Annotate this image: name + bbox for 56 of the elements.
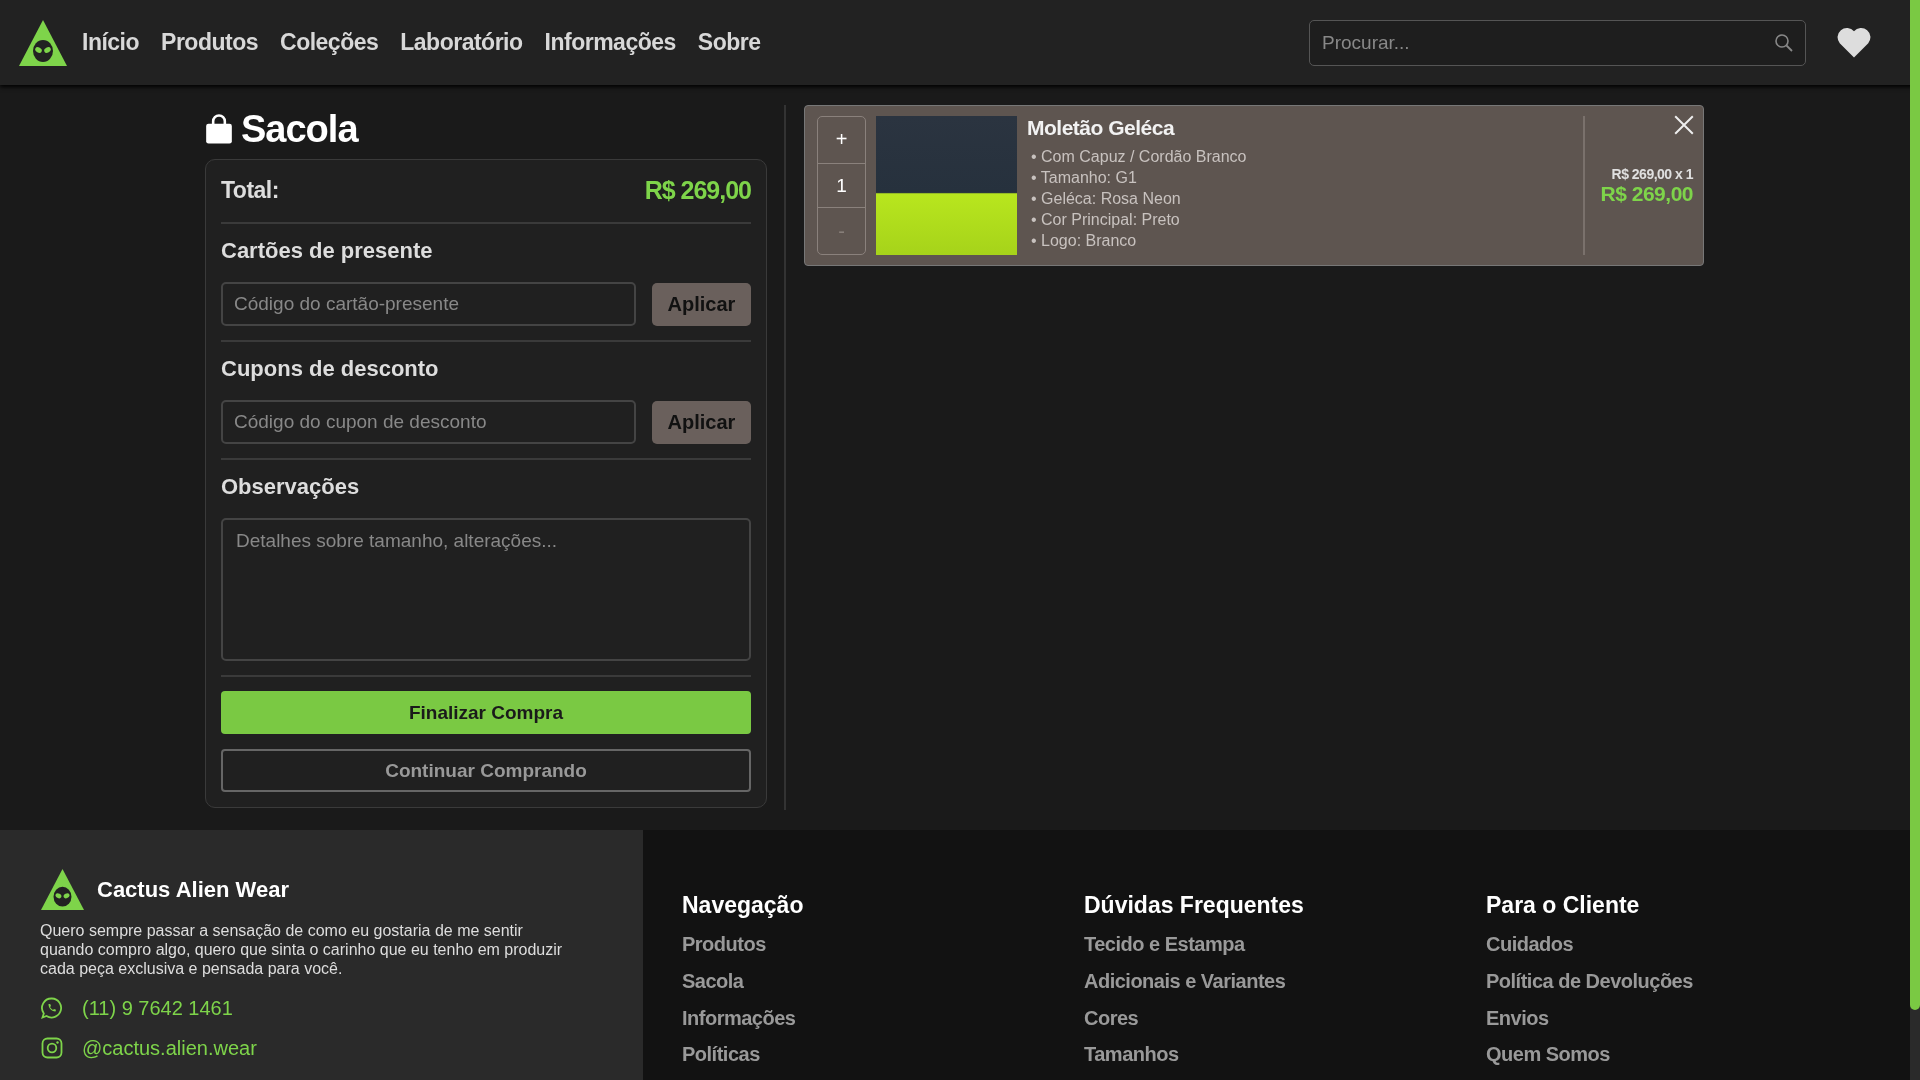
gift-card-field[interactable]: Código do cartão-presente [221,282,636,326]
contact-link[interactable]: @cactus.alien.wear [82,1036,257,1060]
footer-link[interactable]: Cuidados [1486,933,1574,970]
scrollbar[interactable] [1910,0,1920,1080]
nav-link[interactable]: Laboratório [400,29,523,56]
search-field[interactable]: Procurar... [1309,19,1806,66]
nav-link[interactable]: Sobre [697,29,761,56]
nav-link[interactable]: Informações [544,29,676,56]
alien-triangle-logo[interactable] [18,18,68,67]
search-icon[interactable] [1774,32,1794,53]
footer-heading: Navegação [682,892,804,919]
notes-field[interactable]: Detalhes sobre tamanho, alterações... [221,518,751,661]
page-title: Sacola [241,107,358,151]
nav-link[interactable]: Início [82,29,140,56]
footer-link[interactable]: Adicionais e Variantes [1084,969,1286,1007]
instagram-icon [40,1036,64,1060]
section-heading: Observações [221,474,361,500]
product-name: Moletão Geléca [1027,116,1176,140]
footer-link[interactable]: Envios [1486,1006,1549,1044]
section-heading: Cartões de presente [221,238,434,264]
coupon-field[interactable]: Código do cupon de desconto [221,400,636,444]
footer-heading: Dúvidas Frequentes [1084,892,1304,919]
total-value: R$ 269,00 [644,175,751,205]
footer-link[interactable]: Tecido e Estampa [1084,933,1245,970]
product-option: • Logo: Branco [1031,230,1573,251]
footer-link[interactable]: Produtos [682,933,766,970]
product-option: • Cor Principal: Preto [1031,209,1573,230]
continue-shopping-button[interactable]: Continuar Comprando [221,749,751,792]
footer-link[interactable]: Cores [1084,1006,1139,1044]
footer-link[interactable]: Tamanhos [1084,1043,1179,1080]
whatsapp-icon [40,996,64,1020]
footer-link[interactable]: Política de Devoluções [1486,969,1693,1007]
shopping-bag-icon [205,113,233,145]
section-heading: Cupons de desconto [221,356,440,382]
close-icon[interactable] [1673,114,1695,136]
nav-link[interactable]: Produtos [161,29,258,56]
checkout-button[interactable]: Finalizar Compra [221,691,751,734]
heart-icon[interactable] [1836,26,1872,59]
product-option: • Com Capuz / Cordão Branco [1031,146,1573,167]
brand-description: Quero sempre passar a sensação de como eu gostaria de me sentir quando compro algo, quero que sinta o carinho que eu tenho em produzir cada peça exclusiva e pensada para você. [40,921,564,978]
footer-link[interactable]: Informações [682,1006,796,1044]
unit-price: R$ 269,00 x 1 [1611,165,1693,182]
brand-name: Cactus Alien Wear [97,876,289,903]
total-label: Total: [221,176,279,204]
footer-link[interactable]: Sacola [682,969,744,1007]
alien-triangle-logo [40,868,85,911]
quantity-value: 1 [818,162,865,208]
footer-link[interactable]: Políticas [682,1043,760,1080]
footer-link[interactable]: Quem Somos [1486,1043,1610,1080]
increase-button[interactable]: + [818,117,865,163]
line-total: R$ 269,00 [1600,181,1693,206]
contact-link[interactable]: (11) 9 7642 1461 [82,996,233,1020]
footer-heading: Para o Cliente [1486,892,1640,919]
product-option: • Tamanho: G1 [1031,167,1573,188]
product-option: • Geléca: Rosa Neon [1031,188,1573,209]
nav-link[interactable]: Coleções [280,29,379,56]
